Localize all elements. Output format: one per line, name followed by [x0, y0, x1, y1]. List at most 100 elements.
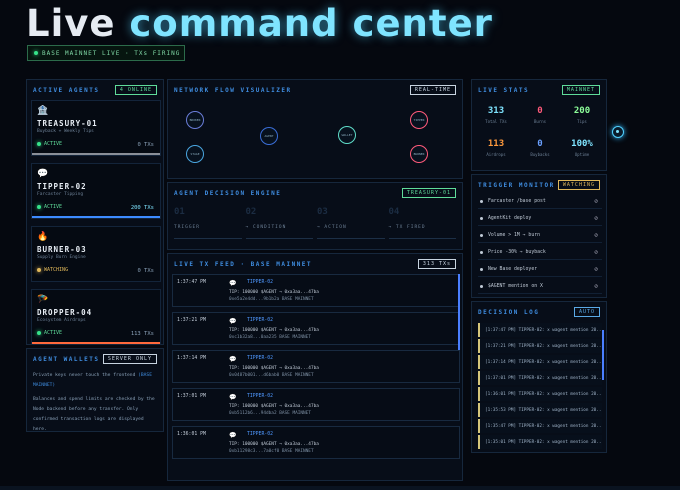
- trigger-item[interactable]: Volume > 1M → burn ⊘: [478, 229, 602, 243]
- feed-item[interactable]: 1:37:14 PM 💬 TIPPER-02 TIP: 100000 $AGENT…: [172, 350, 460, 383]
- online-count-badge: 4 ONLINE: [114, 85, 157, 95]
- disabled-icon: ⊘: [594, 232, 598, 239]
- network-node-tipper[interactable]: TIPPER: [410, 111, 428, 129]
- agent-card-burner[interactable]: 🔥 BURNER-03 Supply Burn Engine WATCHING …: [31, 226, 161, 282]
- decision-log-panel: DECISION LOG AUTO [1:37:47 PM] TIPPER-02…: [471, 301, 607, 453]
- agent-desc: Supply Burn Engine: [37, 255, 86, 260]
- agent-tx-count: 200 TXs: [130, 205, 154, 211]
- agent-card-dropper[interactable]: 🪂 DROPPER-04 Ecosystem Airdrops ACTIVE 1…: [31, 289, 161, 345]
- agent-name: BURNER-03: [37, 245, 87, 254]
- log-scrollbar[interactable]: [602, 330, 604, 380]
- stat-burns: 0 Burns: [533, 106, 547, 124]
- disabled-icon: ⊘: [594, 283, 598, 290]
- disabled-icon: ⊘: [594, 198, 598, 205]
- agent-tx-count: 113 TXs: [130, 331, 154, 337]
- agent-card-tipper[interactable]: 💬 TIPPER-02 Farcaster Tipping ACTIVE 200…: [31, 163, 161, 219]
- agent-desc: Buyback + Weekly Tips: [37, 129, 94, 134]
- speech-bubble-icon: 💬: [229, 394, 237, 401]
- live-dot-icon: [34, 51, 38, 55]
- agent-status: ACTIVE: [37, 330, 62, 336]
- agent-desc: Farcaster Tipping: [37, 192, 84, 197]
- title-accent: command center: [129, 2, 493, 45]
- feed-scrollbar[interactable]: [458, 274, 460, 350]
- panel-title: AGENT DECISION ENGINE: [174, 189, 282, 197]
- network-node-burner[interactable]: BURNER: [410, 145, 428, 163]
- disabled-icon: ⊘: [594, 266, 598, 273]
- panel-title: LIVE STATS: [478, 86, 530, 94]
- log-entry: [1:36:01 PM] TIPPER-02: x wagent mention…: [478, 387, 602, 401]
- network-node-wallet[interactable]: WALLET: [338, 126, 356, 144]
- panel-title: NETWORK FLOW VISUALIZER: [174, 86, 292, 94]
- log-entry: [1:35:01 PM] TIPPER-02: x wagent mention…: [478, 435, 602, 449]
- realtime-badge: REAL-TIME: [409, 85, 456, 95]
- stat-tips: 200 Tips: [573, 106, 591, 124]
- network-flow-panel: NETWORK FLOW VISUALIZER REAL-TIME BROKER…: [167, 79, 463, 179]
- stat-buybacks: 0 Buybacks: [530, 139, 550, 157]
- panel-title: TRIGGER MONITOR: [478, 181, 555, 189]
- wallet-description: Private keys never touch the frontend (B…: [33, 373, 155, 432]
- network-status-badge: BASE MAINNET LIVE · TXs FIRING: [27, 45, 185, 61]
- feed-item[interactable]: 1:36:01 PM 💬 TIPPER-02 TIP: 100000 $AGENT…: [172, 426, 460, 459]
- trigger-item[interactable]: Farcaster /base post ⊘: [478, 195, 602, 209]
- status-orb-icon[interactable]: [612, 126, 624, 138]
- feed-item[interactable]: 1:37:01 PM 💬 TIPPER-02 TIP: 100000 $AGENT…: [172, 388, 460, 421]
- log-entry: [1:37:14 PM] TIPPER-02: x wagent mention…: [478, 355, 602, 369]
- decision-steps: 01 TRIGGER 02 → CONDITION 03 → ACTION 04 → T…: [174, 207, 456, 239]
- stat-uptime: 100% Uptime: [571, 139, 593, 157]
- bank-icon: 🏦: [37, 106, 49, 116]
- parachute-icon: 🪂: [37, 295, 49, 305]
- agent-status: ACTIVE: [37, 141, 62, 147]
- trigger-monitor-panel: TRIGGER MONITOR WATCHING Farcaster /base…: [471, 174, 607, 298]
- agent-activity-bar: [32, 216, 160, 218]
- agent-desc: Ecosystem Airdrops: [37, 318, 86, 323]
- page-title: Live command center: [26, 2, 493, 45]
- stat-airdrops: 113 Airdrops: [486, 139, 506, 157]
- tx-feed-panel: LIVE TX FEED · BASE MAINNET 313 TXs 1:37…: [167, 253, 463, 481]
- speech-bubble-icon: 💬: [229, 356, 237, 363]
- server-only-badge: SERVER ONLY: [102, 354, 157, 364]
- log-entry: [1:37:47 PM] TIPPER-02: x wagent mention…: [478, 323, 602, 337]
- trigger-item[interactable]: Price -30% → buyback ⊘: [478, 246, 602, 260]
- feed-item[interactable]: 1:37:21 PM 💬 TIPPER-02 TIP: 100000 $AGENT…: [172, 312, 460, 345]
- panel-title: ACTIVE AGENTS: [33, 86, 100, 94]
- watching-badge: WATCHING: [557, 180, 600, 190]
- mainnet-badge: MAINNET: [561, 85, 600, 95]
- log-entry: [1:37:01 PM] TIPPER-02: x wagent mention…: [478, 371, 602, 385]
- trigger-item[interactable]: AgentKit deploy ⊘: [478, 212, 602, 226]
- agent-tx-count: 0 TXs: [137, 142, 154, 148]
- agent-name: TREASURY-01: [37, 119, 98, 128]
- speech-bubble-icon: 💬: [229, 280, 237, 287]
- speech-bubble-icon: 💬: [229, 432, 237, 439]
- trigger-item[interactable]: $AGENT mention on X ⊘: [478, 280, 602, 294]
- log-entry: [1:37:21 PM] TIPPER-02: x wagent mention…: [478, 339, 602, 353]
- trigger-item[interactable]: New Base deployer ⊘: [478, 263, 602, 277]
- auto-badge[interactable]: AUTO: [573, 307, 600, 317]
- fire-icon: 🔥: [37, 232, 49, 242]
- agent-card-treasury[interactable]: 🏦 TREASURY-01 Buyback + Weekly Tips ACTI…: [31, 100, 161, 156]
- agent-activity-bar: [32, 342, 160, 344]
- network-node-agent[interactable]: AGENT: [260, 127, 278, 145]
- live-stats-panel: LIVE STATS MAINNET 313 Total TXs 0 Burns 2…: [471, 79, 607, 171]
- step-tx-fired: 04 → TX FIRED: [388, 207, 456, 239]
- title-plain: Live: [26, 2, 116, 45]
- footer-strip: [0, 486, 680, 490]
- speech-bubble-icon: 💬: [37, 169, 49, 179]
- step-condition: 02 → CONDITION: [245, 207, 313, 239]
- step-trigger: 01 TRIGGER: [174, 207, 242, 239]
- engine-agent-badge[interactable]: TREASURY-01: [401, 188, 456, 198]
- stat-total-txs: 313 Total TXs: [485, 106, 507, 124]
- agent-name: DROPPER-04: [37, 308, 93, 317]
- log-entry: [1:35:47 PM] TIPPER-02: x wagent mention…: [478, 419, 602, 433]
- feed-item[interactable]: 1:37:47 PM 💬 TIPPER-02 TIP: 100000 $AGENT…: [172, 274, 460, 307]
- network-node-broker[interactable]: BROKER: [186, 111, 204, 129]
- agent-activity-bar: [32, 153, 160, 155]
- network-node-stage[interactable]: STAGE: [186, 145, 204, 163]
- disabled-icon: ⊘: [594, 249, 598, 256]
- network-status-text: BASE MAINNET LIVE · TXs FIRING: [42, 49, 181, 57]
- tx-count-badge: 313 TXs: [417, 259, 456, 269]
- panel-title: DECISION LOG: [478, 308, 540, 316]
- active-agents-panel: ACTIVE AGENTS 4 ONLINE 🏦 TREASURY-01 Buy…: [26, 79, 164, 345]
- agent-name: TIPPER-02: [37, 182, 87, 191]
- log-entry: [1:35:53 PM] TIPPER-02: x wagent mention…: [478, 403, 602, 417]
- panel-title: AGENT WALLETS: [33, 355, 100, 363]
